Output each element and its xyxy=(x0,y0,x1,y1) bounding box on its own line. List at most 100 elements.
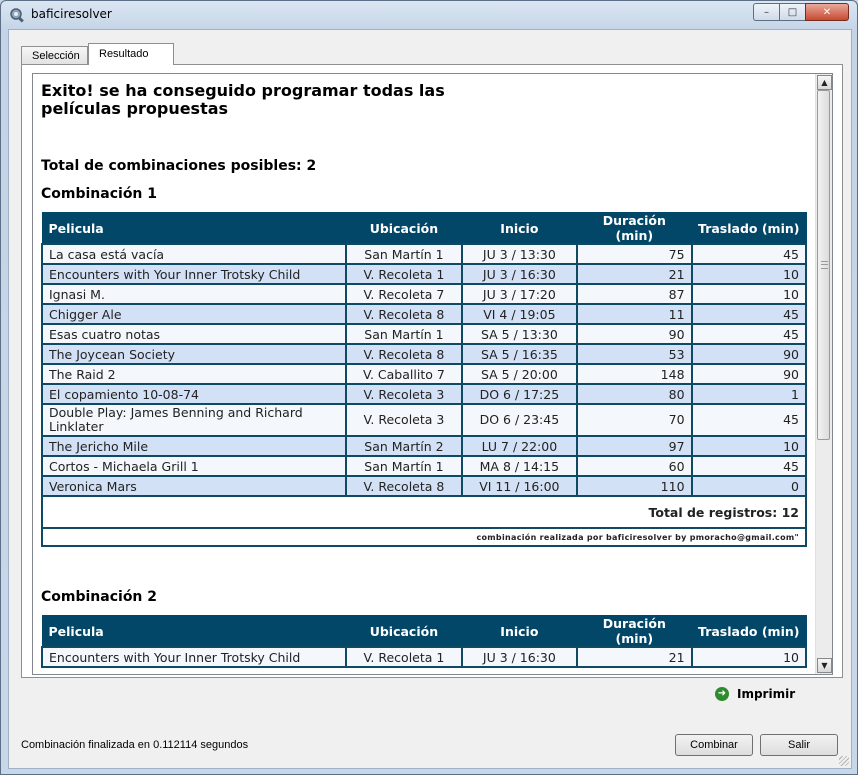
result-view: Exito! se ha conseguido programar todas … xyxy=(32,73,833,675)
salir-button[interactable]: Salir xyxy=(760,734,838,756)
table-row: The Joycean Society V. Recoleta 8 SA 5 / 1… xyxy=(40,343,808,365)
cell-traslado: 90 xyxy=(690,343,808,365)
combination-2-table: Pelicula Ubicación Inicio Duración (min)… xyxy=(40,615,808,668)
table-row: The Raid 2 V. Caballito 7 SA 5 / 20:00 148 9… xyxy=(40,363,808,385)
cell-ubicacion: San Martín 1 xyxy=(345,323,463,345)
cell-pelicula: The Jericho Mile xyxy=(40,435,348,457)
maximize-button[interactable]: □ xyxy=(779,3,805,21)
cell-duracion: 80 xyxy=(576,383,693,405)
footer-row: combinación realizada por baficiresolver… xyxy=(41,527,807,547)
table-row: Veronica Mars V. Recoleta 8 VI 11 / 16:00 1… xyxy=(40,475,808,497)
cell-duracion: 97 xyxy=(576,435,693,457)
cell-inicio: JU 3 / 16:30 xyxy=(460,646,579,668)
table-header: Pelicula Ubicación Inicio Duración (min)… xyxy=(41,212,807,245)
table-row: Chigger Ale V. Recoleta 8 VI 4 / 19:05 11 45 xyxy=(40,303,808,325)
vertical-scrollbar[interactable]: ▲ ▼ xyxy=(815,74,832,674)
window-controls: – □ ✕ xyxy=(753,3,849,21)
title-bar[interactable]: baficiresolver – □ ✕ xyxy=(1,1,857,29)
cell-traslado: 10 xyxy=(690,263,808,285)
cell-duracion: 148 xyxy=(576,363,693,385)
cell-ubicacion: San Martín 2 xyxy=(345,435,463,457)
cell-duracion: 21 xyxy=(576,646,693,668)
cell-ubicacion: San Martín 1 xyxy=(345,243,463,265)
col-ubicacion: Ubicación xyxy=(345,212,463,245)
cell-ubicacion: V. Recoleta 3 xyxy=(345,383,463,405)
table-row: The Jericho Mile San Martín 2 LU 7 / 22:00… xyxy=(40,435,808,457)
cell-traslado: 0 xyxy=(690,475,808,497)
scroll-down-icon[interactable]: ▼ xyxy=(817,658,832,673)
table-header: Pelicula Ubicación Inicio Duración (min)… xyxy=(41,615,807,648)
cell-duracion: 60 xyxy=(576,455,693,477)
cell-pelicula: Encounters with Your Inner Trotsky Child xyxy=(40,263,348,285)
cell-inicio: JU 3 / 17:20 xyxy=(460,283,579,305)
cell-pelicula: The Raid 2 xyxy=(40,363,348,385)
cell-ubicacion: V. Caballito 7 xyxy=(345,363,463,385)
cell-traslado: 10 xyxy=(690,283,808,305)
cell-duracion: 11 xyxy=(576,303,693,325)
cell-inicio: SA 5 / 13:30 xyxy=(460,323,579,345)
col-pelicula: Pelicula xyxy=(41,615,347,648)
col-inicio: Inicio xyxy=(461,212,578,245)
cell-duracion: 70 xyxy=(576,403,693,437)
cell-inicio: JU 3 / 13:30 xyxy=(460,243,579,265)
client-area: Selección Resultado Exito! se ha consegu… xyxy=(8,29,852,769)
cell-duracion: 21 xyxy=(576,263,693,285)
resize-grip-icon[interactable] xyxy=(839,756,849,766)
status-text: Combinación finalizada en 0.112114 segun… xyxy=(21,739,249,751)
minimize-button[interactable]: – xyxy=(753,3,779,21)
tab-resultado[interactable]: Resultado xyxy=(88,43,174,65)
cell-inicio: SA 5 / 16:35 xyxy=(460,343,579,365)
cell-traslado: 10 xyxy=(690,435,808,457)
print-label: Imprimir xyxy=(737,687,796,701)
combination-1-title: Combinación 1 xyxy=(41,186,158,202)
tab-panel-resultado: Exito! se ha conseguido programar todas … xyxy=(21,64,843,678)
cell-ubicacion: V. Recoleta 8 xyxy=(345,343,463,365)
app-window: baficiresolver – □ ✕ Selección Resultado… xyxy=(0,0,858,775)
table-row: Esas cuatro notas San Martín 1 SA 5 / 13:3… xyxy=(40,323,808,345)
col-inicio: Inicio xyxy=(461,615,578,648)
cell-inicio: MA 8 / 14:15 xyxy=(460,455,579,477)
cell-inicio: LU 7 / 22:00 xyxy=(460,435,579,457)
close-button[interactable]: ✕ xyxy=(805,3,849,21)
cell-ubicacion: V. Recoleta 1 xyxy=(345,646,463,668)
col-duracion: Duración (min) xyxy=(576,212,693,245)
tab-seleccion[interactable]: Selección xyxy=(21,46,88,65)
table-row: El copamiento 10-08-74 V. Recoleta 3 DO 6 … xyxy=(40,383,808,405)
cell-ubicacion: V. Recoleta 8 xyxy=(345,475,463,497)
app-icon xyxy=(10,8,24,23)
combination-2-title: Combinación 2 xyxy=(41,589,158,605)
close-icon: ✕ xyxy=(822,6,832,18)
cell-pelicula: El copamiento 10-08-74 xyxy=(40,383,348,405)
cell-pelicula: Encounters with Your Inner Trotsky Child xyxy=(40,646,348,668)
cell-traslado: 10 xyxy=(690,646,808,668)
combination-1-table: Pelicula Ubicación Inicio Duración (min)… xyxy=(40,212,808,547)
table-row: Cortos - Michaela Grill 1 San Martín 1 MA … xyxy=(40,455,808,477)
col-traslado: Traslado (min) xyxy=(691,615,807,648)
cell-inicio: DO 6 / 23:45 xyxy=(460,403,579,437)
cell-pelicula: Ignasi M. xyxy=(40,283,348,305)
cell-pelicula: Veronica Mars xyxy=(40,475,348,497)
table-row: Double Play: James Benning and Richard L… xyxy=(40,403,808,437)
window-title: baficiresolver xyxy=(31,7,112,21)
cell-traslado: 45 xyxy=(690,403,808,437)
cell-traslado: 45 xyxy=(690,323,808,345)
cell-ubicacion: V. Recoleta 8 xyxy=(345,303,463,325)
cell-ubicacion: V. Recoleta 1 xyxy=(345,263,463,285)
cell-traslado: 90 xyxy=(690,363,808,385)
total-records: Total de registros: 12 xyxy=(41,496,807,529)
cell-pelicula: La casa está vacía xyxy=(40,243,348,265)
cell-inicio: VI 4 / 19:05 xyxy=(460,303,579,325)
credit-text: combinación realizada por baficiresolver… xyxy=(41,527,807,547)
cell-duracion: 75 xyxy=(576,243,693,265)
scroll-thumb[interactable] xyxy=(817,90,830,440)
table-row: Ignasi M. V. Recoleta 7 JU 3 / 17:20 87 10 xyxy=(40,283,808,305)
col-pelicula: Pelicula xyxy=(41,212,347,245)
cell-inicio: VI 11 / 16:00 xyxy=(460,475,579,497)
cell-traslado: 1 xyxy=(690,383,808,405)
print-button[interactable]: ➜ Imprimir xyxy=(715,687,795,701)
scroll-up-icon[interactable]: ▲ xyxy=(817,75,832,90)
cell-inicio: DO 6 / 17:25 xyxy=(460,383,579,405)
cell-traslado: 45 xyxy=(690,243,808,265)
combinar-button[interactable]: Combinar xyxy=(675,734,753,756)
cell-pelicula: Chigger Ale xyxy=(40,303,348,325)
